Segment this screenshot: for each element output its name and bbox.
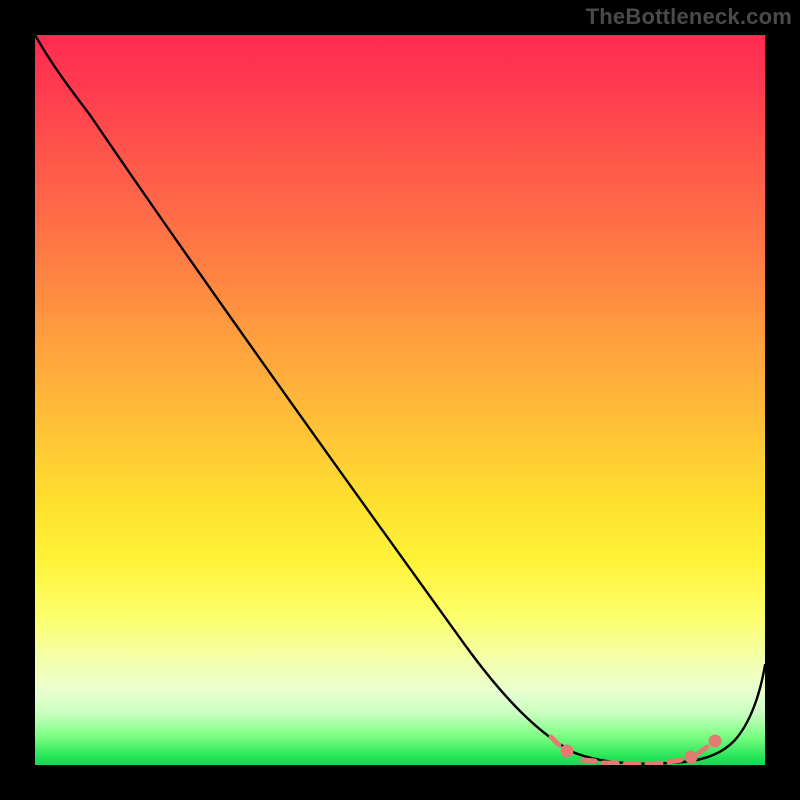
curve-layer bbox=[35, 35, 765, 765]
optimal-range-markers bbox=[551, 737, 719, 764]
bottleneck-curve bbox=[35, 35, 765, 764]
watermark-text: TheBottleneck.com bbox=[586, 4, 792, 30]
chart-frame: TheBottleneck.com bbox=[0, 0, 800, 800]
plot-area bbox=[35, 35, 765, 765]
